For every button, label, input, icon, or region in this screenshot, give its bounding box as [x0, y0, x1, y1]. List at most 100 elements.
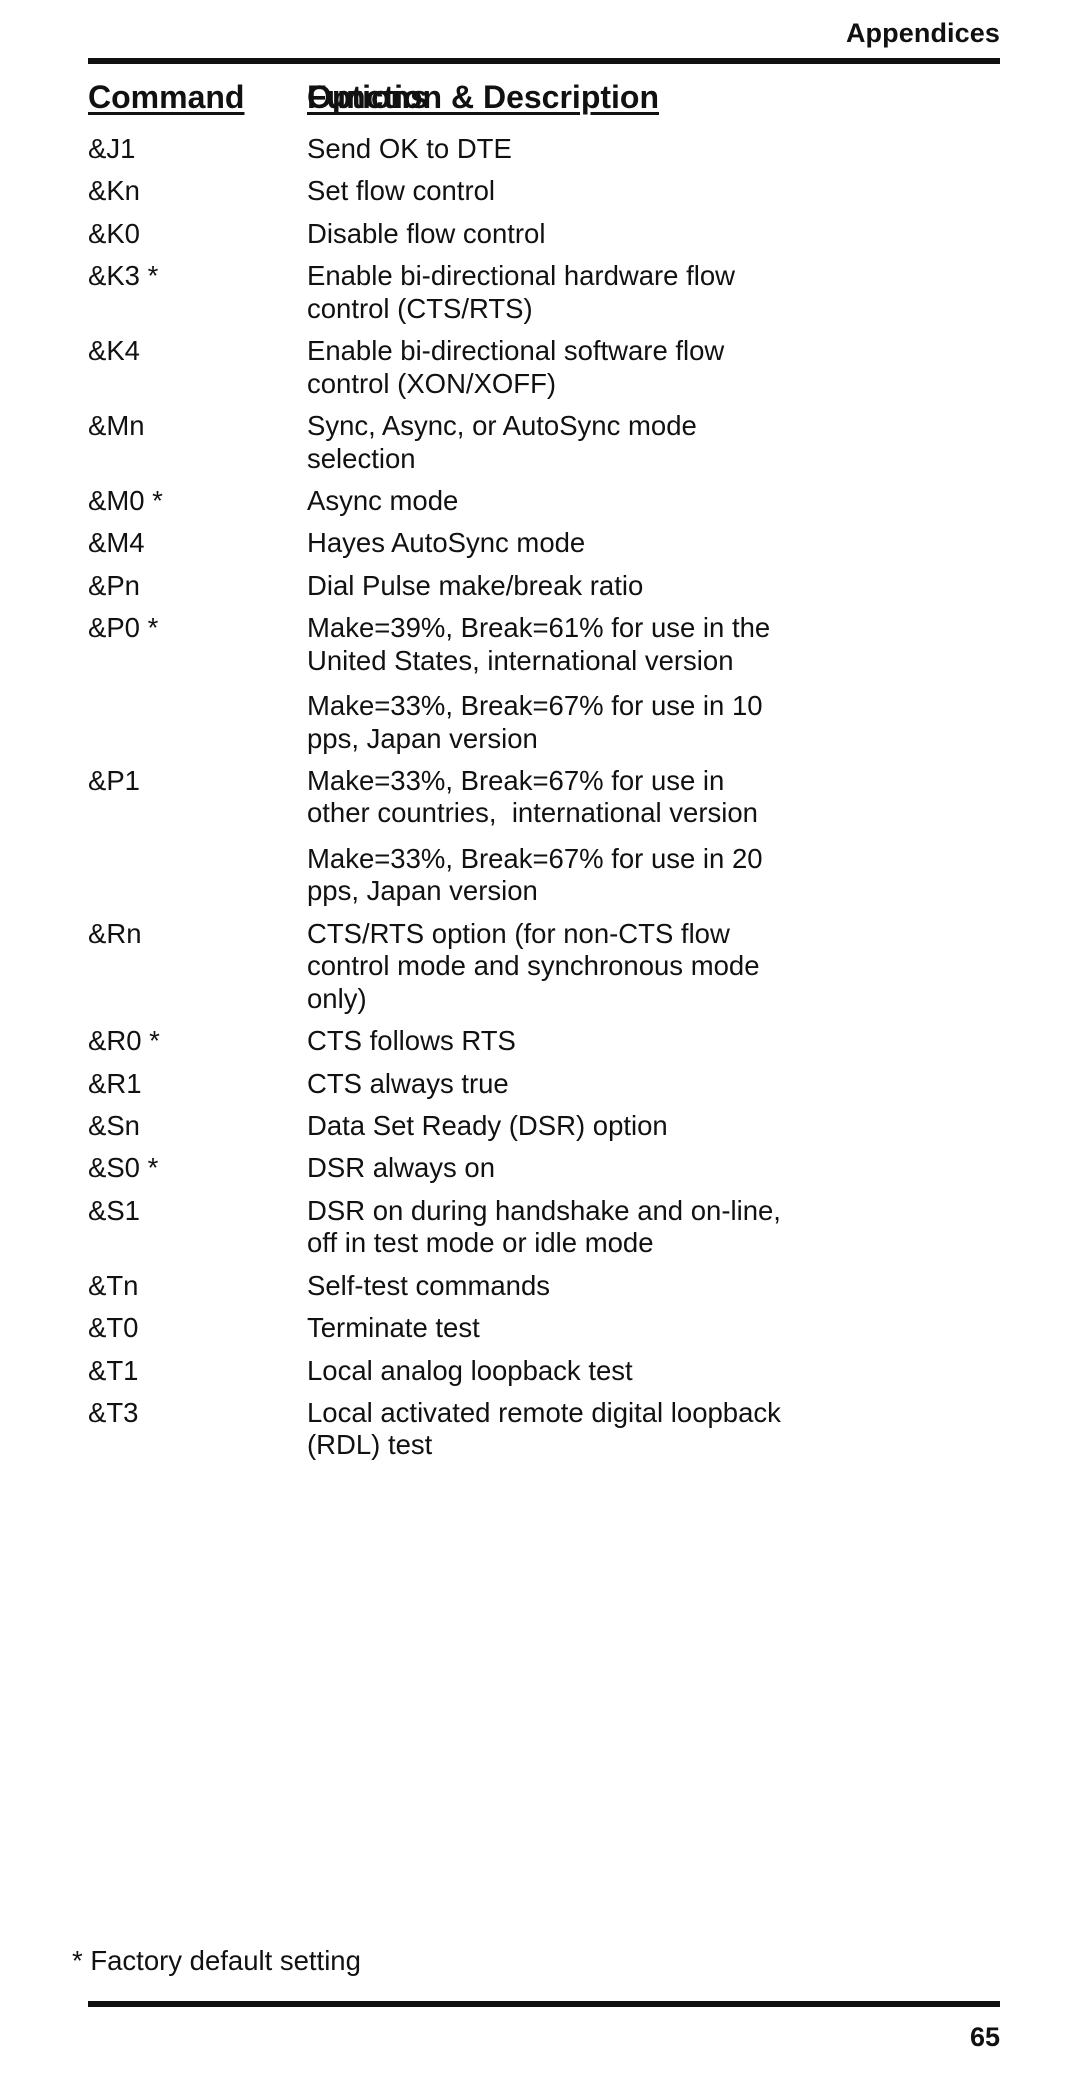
command-cell: &M0 *: [88, 484, 163, 516]
description-line: CTS always true: [307, 1067, 509, 1099]
description-line: off in test mode or idle mode: [307, 1227, 654, 1259]
command-cell: &Mn: [88, 410, 145, 442]
description-line: Enable bi-directional hardware flow: [307, 260, 736, 292]
command-cell: &Tn: [88, 1269, 139, 1301]
table-header-row: Command Options Function & Description: [0, 78, 1080, 117]
table-row: &Sn Data Set Ready (DSR) option: [0, 1110, 1080, 1142]
table-row: &Kn Set flow control: [0, 175, 1080, 207]
command-cell: &Pn: [88, 569, 140, 601]
description-cell: Sync, Async, or AutoSync mode selection: [307, 410, 1080, 475]
command-cell: &R1: [88, 1067, 142, 1099]
command-cell: &K0: [88, 217, 140, 249]
description-cell: Make=39%, Break=61% for use in the United…: [307, 612, 1080, 677]
description-cell: Make=33%, Break=67% for use in other coun…: [307, 765, 1080, 830]
table-row: &T0 Terminate test: [0, 1312, 1080, 1344]
description-cell: DSR on during handshake and on-line, off …: [307, 1195, 1080, 1260]
table-row: &Pn Dial Pulse make/break ratio: [0, 570, 1080, 602]
description-line: Make=33%, Break=67% for use in 20: [307, 842, 763, 874]
table-row: &T1 Local analog loopback test: [0, 1355, 1080, 1387]
command-cell: &K3 *: [88, 260, 159, 292]
description-cell: Data Set Ready (DSR) option: [307, 1110, 1080, 1142]
command-cell: &P0 *: [88, 612, 159, 644]
description-line: only): [307, 982, 367, 1014]
description-line: CTS follows RTS: [307, 1025, 516, 1057]
footnote-factory-default: * Factory default setting: [72, 1945, 361, 1976]
description-line: Make=33%, Break=67% for use in 10: [307, 690, 763, 722]
description-cell: Terminate test: [307, 1312, 1080, 1344]
table-row: &K0 Disable flow control: [0, 218, 1080, 250]
table-row: Make=33%, Break=67% for use in 20 pps, Ja…: [0, 843, 1080, 908]
description-cell: Self-test commands: [307, 1270, 1080, 1302]
command-cell: &Sn: [88, 1109, 140, 1141]
table-body: &J1 Send OK to DTE &Kn Set flow control &K0 D…: [0, 133, 1080, 1462]
command-cell: &S0 *: [88, 1152, 159, 1184]
table-row: &Rn CTS/RTS option (for non-CTS flow contr…: [0, 918, 1080, 1015]
description-line: United States, international version: [307, 644, 734, 676]
footer-rule: [88, 2001, 1000, 2007]
description-line: pps, Japan version: [307, 722, 538, 754]
description-line: DSR always on: [307, 1152, 495, 1184]
description-line: Send OK to DTE: [307, 133, 512, 165]
description-line: Hayes AutoSync mode: [307, 527, 586, 559]
table-row: &P1 Make=33%, Break=67% for use in other c…: [0, 765, 1080, 830]
description-cell: Enable bi-directional hardware flow contr…: [307, 260, 1080, 325]
description-line: Local analog loopback test: [307, 1354, 633, 1386]
description-cell: Enable bi-directional software flow contr…: [307, 335, 1080, 400]
command-cell: &P1: [88, 765, 140, 797]
command-cell: &Rn: [88, 917, 142, 949]
page-number: 65: [969, 2022, 1000, 2052]
description-line: CTS/RTS option (for non-CTS flow: [307, 917, 730, 949]
command-cell: &R0 *: [88, 1025, 160, 1057]
description-line: other countries, international version: [307, 797, 758, 829]
description-line: Make=39%, Break=61% for use in the: [307, 612, 771, 644]
description-cell: Local activated remote digital loopback(…: [307, 1397, 1080, 1462]
table-row: &R1 CTS always true: [0, 1068, 1080, 1100]
description-cell: Hayes AutoSync mode: [307, 527, 1080, 559]
description-line: control (CTS/RTS): [307, 292, 533, 324]
command-cell: &J1: [88, 133, 136, 165]
description-cell: Make=33%, Break=67% for use in 10 pps, Ja…: [307, 690, 1080, 755]
description-line: Disable flow control: [307, 217, 546, 249]
description-line: Make=33%, Break=67% for use in: [307, 765, 725, 797]
description-cell: Send OK to DTE: [307, 133, 1080, 165]
description-line: Self-test commands: [307, 1269, 551, 1301]
running-head: Appendices: [845, 18, 1000, 48]
command-cell: &S1: [88, 1194, 140, 1226]
column-header-description: Function & Description: [307, 79, 659, 115]
description-cell: CTS/RTS option (for non-CTS flow control …: [307, 918, 1080, 1015]
description-line: Async mode: [307, 484, 459, 516]
table-row: &T3 Local activated remote digital loopba…: [0, 1397, 1080, 1462]
description-line: Data Set Ready (DSR) option: [307, 1109, 668, 1141]
command-cell: &Kn: [88, 175, 140, 207]
description-cell: Local analog loopback test: [307, 1355, 1080, 1387]
description-line: (RDL) test: [307, 1429, 433, 1461]
document-page: Appendices Command Options Function & De…: [0, 0, 1080, 2082]
description-line: Enable bi-directional software flow: [307, 335, 725, 367]
description-line: Dial Pulse make/break ratio: [307, 569, 644, 601]
table-row: &M0 * Async mode: [0, 485, 1080, 517]
description-cell: Async mode: [307, 485, 1080, 517]
header-rule: [88, 58, 1000, 64]
description-line: pps, Japan version: [307, 875, 538, 907]
description-line: control (XON/XOFF): [307, 367, 557, 399]
command-cell: &M4: [88, 527, 145, 559]
description-cell: Set flow control: [307, 175, 1080, 207]
description-cell: DSR always on: [307, 1152, 1080, 1184]
description-line: Local activated remote digital loopback: [307, 1397, 781, 1429]
description-line: control mode and synchronous mode: [307, 950, 760, 982]
table-row: &S1 DSR on during handshake and on-line, o…: [0, 1195, 1080, 1260]
table-row: &Tn Self-test commands: [0, 1270, 1080, 1302]
command-cell: &T1: [88, 1354, 139, 1386]
description-cell: Disable flow control: [307, 218, 1080, 250]
table-row: &K4 Enable bi-directional software flow co…: [0, 335, 1080, 400]
table-row: &K3 * Enable bi-directional hardware flow…: [0, 260, 1080, 325]
description-cell: Make=33%, Break=67% for use in 20 pps, Ja…: [307, 843, 1080, 908]
description-cell: CTS follows RTS: [307, 1025, 1080, 1057]
table-row: &R0 * CTS follows RTS: [0, 1025, 1080, 1057]
column-header-command: Command: [88, 79, 245, 115]
command-cell: &T3: [88, 1397, 139, 1429]
description-line: DSR on during handshake and on-line,: [307, 1194, 781, 1226]
description-line: Set flow control: [307, 175, 496, 207]
description-line: selection: [307, 442, 416, 474]
table-row: &S0 * DSR always on: [0, 1152, 1080, 1184]
